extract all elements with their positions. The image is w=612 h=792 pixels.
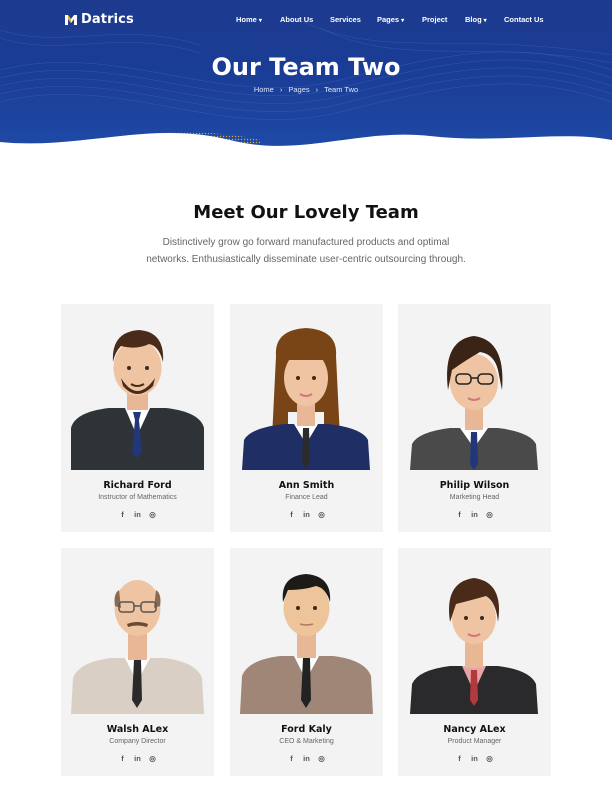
chevron-down-icon: ▾ bbox=[401, 18, 405, 24]
member-name: Walsh ALex bbox=[106, 724, 169, 735]
nav-project[interactable]: Project bbox=[422, 15, 447, 24]
avatar bbox=[240, 574, 373, 714]
member-role: Company Director bbox=[109, 738, 166, 745]
avatar bbox=[242, 328, 370, 470]
breadcrumb: Home › Pages › Team Two bbox=[0, 85, 612, 94]
nav-about-label: About Us bbox=[280, 15, 314, 24]
social-links: f in ◎ bbox=[61, 510, 214, 519]
member-role: Finance Lead bbox=[285, 494, 328, 501]
member-name: Philip Wilson bbox=[439, 480, 510, 491]
chevron-right-icon: › bbox=[315, 85, 319, 94]
facebook-icon[interactable]: f bbox=[456, 510, 464, 519]
team-card[interactable]: Nancy ALex Product Manager f in ◎ bbox=[398, 548, 551, 776]
facebook-icon[interactable]: f bbox=[456, 754, 464, 763]
page-title: Our Team Two bbox=[211, 53, 401, 81]
team-card[interactable]: Ford Kaly CEO & Marketing f in ◎ bbox=[230, 548, 383, 776]
member-role: Product Manager bbox=[447, 738, 502, 745]
nav-home[interactable]: Home ▾ bbox=[236, 15, 262, 24]
member-name: Ann Smith bbox=[278, 480, 335, 491]
avatar bbox=[410, 578, 538, 714]
linkedin-icon[interactable]: in bbox=[303, 510, 311, 519]
section-description: Distinctively grow go forward manufactur… bbox=[146, 237, 466, 265]
chevron-down-icon: ▾ bbox=[258, 18, 262, 24]
nav-contact-us[interactable]: Contact Us bbox=[504, 15, 544, 24]
brand-name: Datrics bbox=[81, 12, 134, 27]
social-links: f in ◎ bbox=[230, 510, 383, 519]
member-role: Marketing Head bbox=[449, 494, 500, 501]
member-role: Instructor of Mathematics bbox=[98, 494, 177, 501]
dribbble-icon[interactable]: ◎ bbox=[318, 510, 326, 519]
dribbble-icon[interactable]: ◎ bbox=[318, 754, 326, 763]
facebook-icon[interactable]: f bbox=[288, 754, 296, 763]
chevron-down-icon: ▾ bbox=[483, 18, 487, 24]
dribbble-icon[interactable]: ◎ bbox=[486, 510, 494, 519]
member-role: CEO & Marketing bbox=[279, 738, 334, 745]
top-navbar: Datrics Home ▾ About Us Services Pages ▾ P… bbox=[0, 0, 612, 38]
page-hero: Datrics Home ▾ About Us Services Pages ▾ P… bbox=[0, 0, 612, 150]
facebook-icon[interactable]: f bbox=[288, 510, 296, 519]
nav-contact-label: Contact Us bbox=[504, 15, 544, 24]
nav-pages[interactable]: Pages ▾ bbox=[377, 15, 404, 24]
facebook-icon[interactable]: f bbox=[119, 510, 127, 519]
facebook-icon[interactable]: f bbox=[119, 754, 127, 763]
member-name: Nancy ALex bbox=[443, 724, 506, 735]
member-name: Ford Kaly bbox=[281, 724, 332, 735]
breadcrumb-home[interactable]: Home bbox=[254, 85, 274, 94]
nav-about-us[interactable]: About Us bbox=[280, 15, 313, 24]
nav-project-label: Project bbox=[422, 15, 448, 24]
social-links: f in ◎ bbox=[398, 510, 551, 519]
social-links: f in ◎ bbox=[61, 754, 214, 763]
linkedin-icon[interactable]: in bbox=[471, 754, 479, 763]
team-card[interactable]: Ann Smith Finance Lead f in ◎ bbox=[230, 304, 383, 532]
linkedin-icon[interactable]: in bbox=[134, 510, 142, 519]
team-card[interactable]: Walsh ALex Company Director f in ◎ bbox=[61, 548, 214, 776]
linkedin-icon[interactable]: in bbox=[471, 510, 479, 519]
nav-pages-label: Pages bbox=[377, 15, 400, 24]
nav-blog[interactable]: Blog ▾ bbox=[465, 15, 487, 24]
dribbble-icon[interactable]: ◎ bbox=[486, 754, 494, 763]
nav-services-label: Services bbox=[330, 15, 361, 24]
linkedin-icon[interactable]: in bbox=[303, 754, 311, 763]
breadcrumb-pages[interactable]: Pages bbox=[288, 85, 309, 94]
nav-services[interactable]: Services bbox=[330, 15, 361, 24]
member-name: Richard Ford bbox=[103, 480, 172, 491]
section-title: Meet Our Lovely Team bbox=[193, 202, 419, 223]
chevron-right-icon: › bbox=[279, 85, 283, 94]
datrics-logo-icon bbox=[65, 14, 77, 25]
linkedin-icon[interactable]: in bbox=[134, 754, 142, 763]
social-links: f in ◎ bbox=[230, 754, 383, 763]
avatar bbox=[410, 336, 538, 470]
avatar bbox=[71, 580, 204, 714]
team-card[interactable]: Philip Wilson Marketing Head f in ◎ bbox=[398, 304, 551, 532]
dribbble-icon[interactable]: ◎ bbox=[149, 510, 157, 519]
nav-blog-label: Blog bbox=[465, 15, 482, 24]
social-links: f in ◎ bbox=[398, 754, 551, 763]
breadcrumb-current: Team Two bbox=[324, 85, 359, 94]
nav-home-label: Home bbox=[236, 15, 257, 24]
team-card[interactable]: Richard Ford Instructor of Mathematics f… bbox=[61, 304, 214, 532]
dribbble-icon[interactable]: ◎ bbox=[149, 754, 157, 763]
avatar bbox=[71, 330, 204, 470]
brand-logo[interactable]: Datrics bbox=[64, 12, 134, 27]
